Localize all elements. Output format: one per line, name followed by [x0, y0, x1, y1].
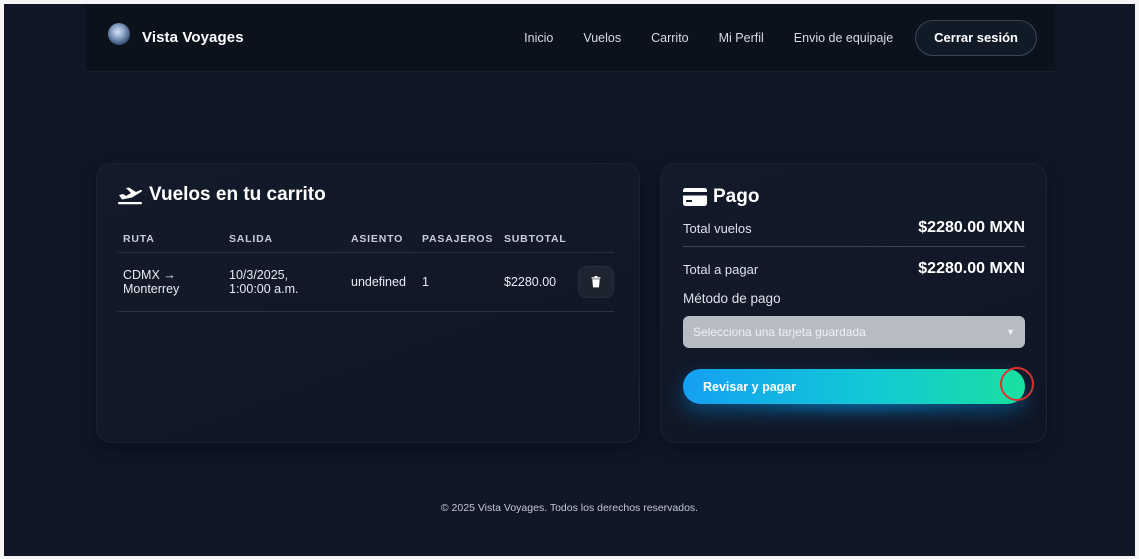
departure-time: 1:00:00 a.m. [229, 282, 299, 296]
cell-departure: 10/3/2025, 1:00:00 a.m. [229, 268, 351, 296]
table-row: CDMX → Monterrey 10/3/2025, 1:00:00 a.m.… [117, 253, 614, 312]
payment-title-text: Pago [713, 186, 760, 207]
cell-passengers: 1 [422, 275, 429, 289]
nav-link-inicio[interactable]: Inicio [524, 31, 553, 45]
total-flights-label: Total vuelos [683, 220, 752, 236]
payment-method-label: Método de pago [683, 291, 781, 306]
totals-divider [683, 246, 1025, 247]
saved-card-select-value: Selecciona una tarjeta guardada [693, 325, 866, 339]
nav-link-vuelos[interactable]: Vuelos [583, 31, 621, 45]
total-due-value: $2280.00 MXN [918, 260, 1025, 277]
review-and-pay-button[interactable]: Revisar y pagar [683, 369, 1025, 404]
logout-button[interactable]: Cerrar sesión [915, 19, 1037, 56]
airplane-departure-icon [118, 187, 142, 205]
column-header-asiento: ASIENTO [351, 233, 404, 245]
cart-table: RUTA SALIDA ASIENTO PASAJEROS SUBTOTAL C… [117, 226, 614, 312]
payment-card: Pago Total vuelos $2280.00 MXN Total a p… [660, 163, 1047, 443]
nav-link-envio-equipaje[interactable]: Envio de equipaje [794, 31, 893, 45]
trash-icon [591, 276, 601, 288]
click-target-marker [1000, 367, 1034, 401]
total-flights-value: $2280.00 MXN [918, 219, 1025, 236]
column-header-salida: SALIDA [229, 233, 273, 245]
main-nav: Inicio Vuelos Carrito Mi Perfil Envio de… [524, 19, 1037, 56]
departure-date: 10/3/2025, [229, 268, 289, 282]
total-flights-row: Total vuelos $2280.00 MXN [683, 219, 1025, 237]
payment-title: Pago [683, 186, 759, 208]
route-destination: Monterrey [123, 282, 180, 296]
column-header-pasajeros: PASAJEROS [422, 233, 494, 245]
nav-link-carrito[interactable]: Carrito [651, 31, 689, 45]
cell-seat: undefined [351, 275, 406, 289]
cart-title: Vuelos en tu carrito [117, 184, 326, 206]
remove-flight-button[interactable] [578, 266, 614, 298]
chevron-down-icon: ▼ [1006, 327, 1015, 337]
nav-link-mi-perfil[interactable]: Mi Perfil [719, 31, 764, 45]
route-origin: CDMX → [123, 268, 176, 282]
top-navbar: Vista Voyages Inicio Vuelos Carrito Mi P… [86, 4, 1055, 72]
credit-card-icon [683, 188, 707, 206]
cart-card: Vuelos en tu carrito RUTA SALIDA ASIENTO… [96, 163, 640, 443]
brand[interactable]: Vista Voyages [108, 22, 244, 49]
cart-title-text: Vuelos en tu carrito [149, 184, 326, 205]
cell-route: CDMX → Monterrey [117, 268, 229, 296]
total-due-row: Total a pagar $2280.00 MXN [683, 260, 1025, 278]
cell-subtotal: $2280.00 [504, 275, 557, 289]
globe-logo-icon [108, 22, 130, 45]
footer-text: © 2025 Vista Voyages. Todos los derechos… [440, 502, 699, 514]
column-header-subtotal: SUBTOTAL [504, 233, 567, 245]
saved-card-select[interactable]: Selecciona una tarjeta guardada ▼ [683, 316, 1025, 348]
total-due-label: Total a pagar [683, 261, 759, 277]
brand-name: Vista Voyages [142, 29, 244, 46]
column-header-ruta: RUTA [123, 233, 155, 245]
table-header: RUTA SALIDA ASIENTO PASAJEROS SUBTOTAL [117, 226, 614, 253]
app-window: Vista Voyages Inicio Vuelos Carrito Mi P… [4, 4, 1135, 556]
